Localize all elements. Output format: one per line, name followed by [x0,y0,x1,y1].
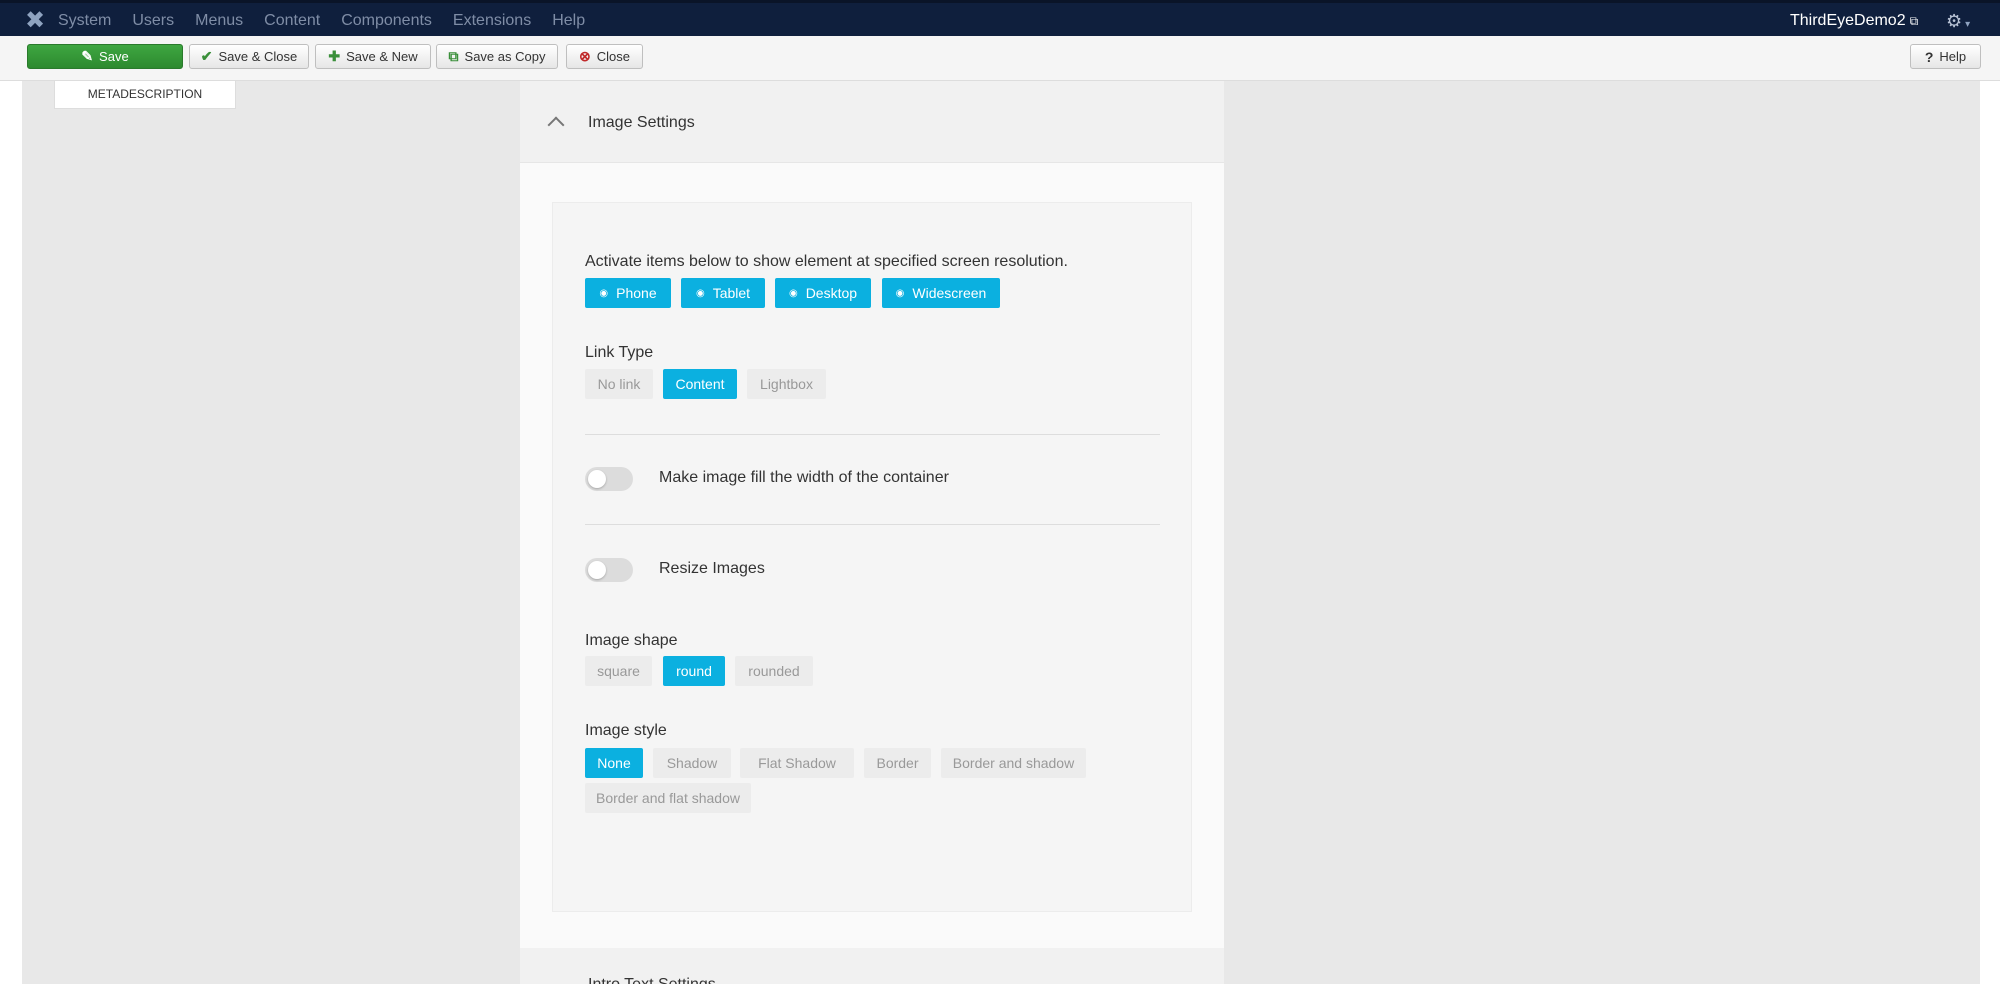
chevron-up-icon [547,116,565,134]
plus-icon: ✚ [328,48,341,64]
content-area: METADESCRIPTION Image Settings Activate … [0,81,2000,984]
menu-extensions[interactable]: Extensions [453,12,531,30]
resize-images-toggle[interactable] [585,558,633,582]
settings-panel: Image Settings Activate items below to s… [520,81,1224,984]
eye-icon: ◉ [788,287,798,299]
menu-help[interactable]: Help [552,12,585,30]
settings-menu[interactable]: ⚙ ▾ [1946,3,1970,39]
divider [585,524,1160,525]
tab-metadescription[interactable]: METADESCRIPTION [54,81,236,109]
menu-users[interactable]: Users [132,12,174,30]
check-icon: ✔ [200,48,213,64]
external-link-icon: ⧉ [1909,14,1919,28]
responsive-label: Activate items below to show element at … [585,253,1068,270]
caret-down-icon: ▾ [1965,19,1971,30]
save-close-label: Save & Close [218,49,298,64]
device-phone-label: Phone [616,285,657,301]
menu-menus[interactable]: Menus [195,12,243,30]
top-navbar: ✖ System Users Menus Content Components … [0,0,2000,36]
device-desktop-button[interactable]: ◉ Desktop [775,278,871,308]
device-widescreen-button[interactable]: ◉ Widescreen [882,278,1000,308]
question-circle-icon: ? [1924,48,1934,65]
link-type-content[interactable]: Content [663,369,737,399]
divider [585,434,1160,435]
toggle-knob [588,470,606,488]
save-new-label: Save & New [346,49,418,64]
image-settings-title: Image Settings [588,114,695,131]
resize-images-label: Resize Images [659,560,765,577]
close-label: Close [596,49,630,64]
edit-icon: ✎ [81,48,94,64]
style-none[interactable]: None [585,748,643,778]
eye-icon: ◉ [895,287,905,299]
device-phone-button[interactable]: ◉ Phone [585,278,671,308]
menu-system[interactable]: System [58,12,111,30]
toggle-knob [588,561,606,579]
save-button[interactable]: ✎ Save [27,44,183,69]
save-label: Save [99,49,129,64]
device-tablet-button[interactable]: ◉ Tablet [681,278,765,308]
fill-width-label: Make image fill the width of the contain… [659,469,949,486]
style-border-and-flat-shadow[interactable]: Border and flat shadow [585,783,751,813]
eye-icon: ◉ [599,287,609,299]
gear-icon: ⚙ [1946,11,1963,31]
eye-icon: ◉ [695,287,705,299]
device-desktop-label: Desktop [805,285,858,301]
shape-square[interactable]: square [585,656,652,686]
device-tablet-label: Tablet [712,285,751,301]
link-type-label: Link Type [585,344,654,361]
image-shape-label: Image shape [585,632,678,649]
close-circle-icon: ⊗ [579,48,591,64]
fill-width-toggle[interactable] [585,467,633,491]
help-label: Help [1939,49,1967,64]
joomla-logo-icon[interactable]: ✖ [22,8,48,34]
site-link[interactable]: ThirdEyeDemo2 ⧉ [1790,3,1918,39]
shape-rounded[interactable]: rounded [735,656,813,686]
link-type-lightbox[interactable]: Lightbox [747,369,826,399]
image-settings-accordion-header[interactable]: Image Settings [520,81,1224,163]
save-new-button[interactable]: ✚ Save & New [315,44,431,69]
intro-text-title: Intro Text Settings [588,976,716,984]
style-border[interactable]: Border [864,748,931,778]
intro-text-accordion-header[interactable]: Intro Text Settings [520,948,1224,984]
device-widescreen-label: Widescreen [912,285,987,301]
menu-components[interactable]: Components [341,12,432,30]
style-border-and-shadow[interactable]: Border and shadow [941,748,1086,778]
help-button[interactable]: ? Help [1910,44,1981,69]
save-close-button[interactable]: ✔ Save & Close [189,44,309,69]
style-shadow[interactable]: Shadow [653,748,731,778]
link-type-no-link[interactable]: No link [585,369,653,399]
shape-round[interactable]: round [663,656,725,686]
save-copy-label: Save as Copy [464,49,546,64]
image-style-label: Image style [585,722,667,739]
menu-content[interactable]: Content [264,12,320,30]
main-menu: System Users Menus Content Components Ex… [58,3,606,39]
image-settings-body: Activate items below to show element at … [552,202,1192,912]
site-name: ThirdEyeDemo2 [1790,12,1906,29]
copy-icon: ⧉ [448,48,459,64]
toolbar: ✎ Save ✔ Save & Close ✚ Save & New ⧉ Save as… [0,36,2000,81]
save-copy-button[interactable]: ⧉ Save as Copy [436,44,558,69]
style-flat-shadow[interactable]: Flat Shadow [740,748,854,778]
close-button[interactable]: ⊗ Close [566,44,643,69]
